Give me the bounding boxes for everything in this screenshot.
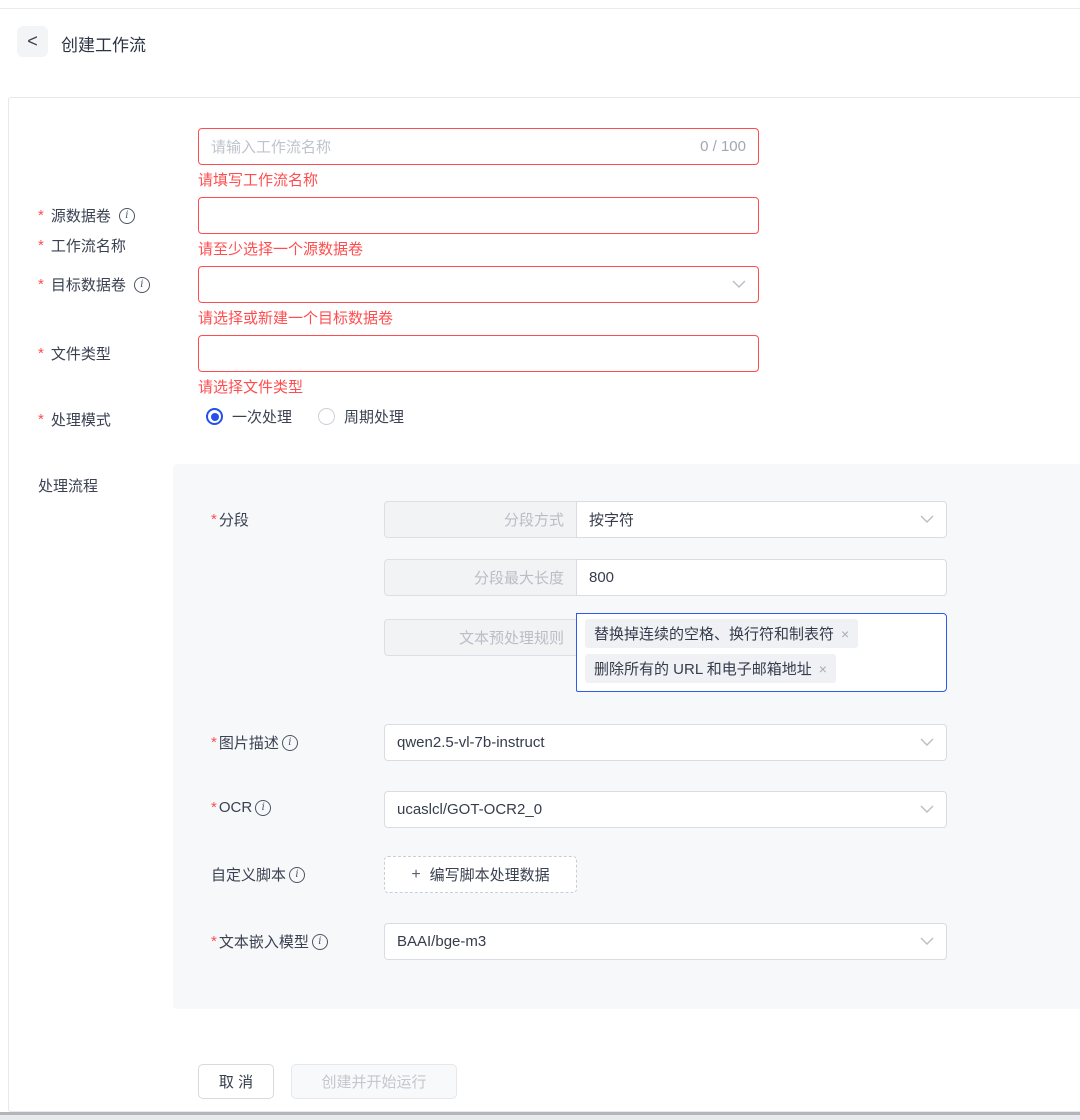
create-and-run-button: 创建并开始运行 [291, 1064, 457, 1099]
segment-rules-group: 文本预处理规则 替换掉连续的空格、换行符和制表符 × 删除所有的 URL 和电子… [384, 613, 947, 692]
radio-unselected-icon [318, 408, 336, 425]
chevron-down-icon [920, 515, 934, 524]
segment-method-addon: 分段方式 [384, 501, 576, 538]
pipeline-panel: * 分段 分段方式 按字符 分段最大长度 800 文本预处理规则 替换掉连续的空… [173, 464, 1080, 1009]
radio-periodic[interactable]: 周期处理 [318, 406, 404, 427]
back-button[interactable]: < [17, 26, 48, 57]
file-type-error: 请选择文件类型 [198, 379, 304, 396]
required-mark: * [211, 734, 217, 751]
info-icon[interactable]: i [255, 799, 272, 816]
target-volume-select[interactable] [198, 266, 759, 303]
image-caption-label: * 图片描述 i [211, 732, 298, 753]
required-mark: * [38, 345, 44, 362]
plus-icon: + [411, 865, 421, 883]
rule-tag: 删除所有的 URL 和电子邮箱地址 × [585, 654, 836, 683]
info-icon[interactable]: i [133, 276, 150, 293]
workflow-name-placeholder: 请输入工作流名称 [211, 139, 332, 156]
embedding-label: * 文本嵌入模型 i [211, 931, 328, 952]
info-icon[interactable]: i [118, 207, 135, 224]
segment-maxlen-addon: 分段最大长度 [384, 559, 576, 596]
file-type-label: * 文件类型 [38, 345, 111, 363]
target-volume-error: 请选择或新建一个目标数据卷 [198, 310, 394, 327]
required-mark: * [38, 207, 44, 224]
close-icon[interactable]: × [841, 626, 849, 642]
custom-script-label: 自定义脚本 i [211, 864, 306, 885]
segment-label: * 分段 [211, 511, 249, 529]
segment-maxlen-group: 分段最大长度 800 [384, 559, 947, 596]
required-mark: * [211, 511, 217, 528]
required-mark: * [38, 237, 44, 254]
workflow-name-error: 请填写工作流名称 [198, 172, 319, 189]
source-volume-label: * 源数据卷 i [38, 205, 135, 226]
page-title: 创建工作流 [61, 36, 146, 55]
required-mark: * [211, 799, 217, 816]
write-script-button[interactable]: + 编写脚本处理数据 [384, 856, 577, 893]
info-icon[interactable]: i [281, 734, 298, 751]
image-caption-select[interactable]: qwen2.5-vl-7b-instruct [384, 724, 947, 761]
pipeline-label: 处理流程 [38, 478, 99, 495]
required-mark: * [211, 933, 217, 950]
segment-rules-multiselect[interactable]: 替换掉连续的空格、换行符和制表符 × 删除所有的 URL 和电子邮箱地址 × [576, 613, 947, 692]
rule-tag: 替换掉连续的空格、换行符和制表符 × [585, 619, 859, 648]
target-volume-label: * 目标数据卷 i [38, 274, 150, 295]
radio-selected-icon [206, 408, 223, 425]
workflow-name-input[interactable]: 请输入工作流名称 0 / 100 [198, 128, 759, 165]
source-volume-input[interactable] [198, 197, 759, 234]
ocr-label: * OCR i [211, 799, 272, 816]
segment-method-group: 分段方式 按字符 [384, 501, 947, 538]
page-header: < 创建工作流 [0, 9, 1080, 79]
chevron-down-icon [920, 805, 934, 814]
radio-once[interactable]: 一次处理 [206, 406, 292, 427]
segment-maxlen-input[interactable]: 800 [576, 559, 947, 596]
chevron-down-icon [920, 937, 934, 946]
ocr-select[interactable]: ucaslcl/GOT-OCR2_0 [384, 791, 947, 828]
source-volume-error: 请至少选择一个源数据卷 [198, 241, 364, 258]
cancel-button[interactable]: 取 消 [198, 1064, 274, 1099]
info-icon[interactable]: i [311, 933, 328, 950]
process-mode-label: * 处理模式 [38, 411, 111, 429]
required-mark: * [38, 411, 44, 428]
info-icon[interactable]: i [289, 866, 306, 883]
chevron-down-icon [732, 280, 746, 289]
back-icon: < [27, 31, 38, 51]
bottom-bar-light [0, 1115, 1080, 1120]
workflow-name-label: * 工作流名称 [38, 237, 126, 255]
file-type-input[interactable] [198, 335, 759, 372]
embedding-select[interactable]: BAAI/bge-m3 [384, 923, 947, 960]
char-counter: 0 / 100 [700, 138, 746, 155]
close-icon[interactable]: × [819, 661, 827, 677]
required-mark: * [38, 276, 44, 293]
process-mode-radio-group: 一次处理 周期处理 [206, 406, 404, 427]
segment-method-select[interactable]: 按字符 [576, 501, 947, 538]
form-card: * 工作流名称 请输入工作流名称 0 / 100 请填写工作流名称 * 源数据卷… [8, 97, 1080, 1112]
chevron-down-icon [920, 738, 934, 747]
segment-rules-addon: 文本预处理规则 [384, 619, 576, 656]
